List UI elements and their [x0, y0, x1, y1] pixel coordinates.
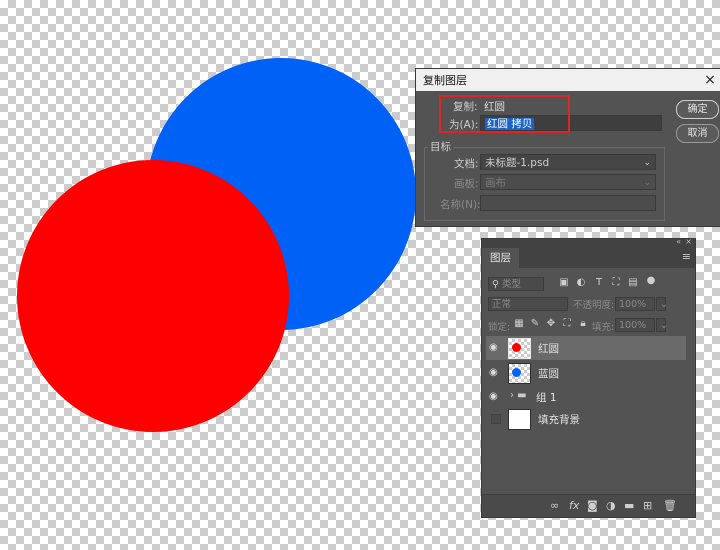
new-layer-icon[interactable]: ⊞ [643, 499, 652, 512]
panel-tabbar: 图层 ≡ [482, 248, 695, 268]
layer-name: 组 1 [536, 392, 557, 404]
lock-label: 锁定: [488, 322, 511, 333]
folder-icon[interactable]: ▬ [624, 499, 634, 512]
type-filter-icon[interactable]: T [593, 277, 605, 288]
layer-name: 填充背景 [538, 414, 580, 426]
lock-transparent-icon[interactable]: ▦ [513, 318, 525, 329]
as-input-selected-text: 红圆 拷贝 [485, 118, 535, 130]
duplicate-layer-dialog: 复制图层 × 复制: 红圆 为(A): 红圆 拷贝 确定 取消 目标 文档: 未… [415, 68, 720, 227]
layer-row-group-1[interactable]: ◉ › ▬ 组 1 [486, 385, 686, 409]
name-input[interactable] [480, 195, 656, 211]
chevron-down-icon: ⌄ [643, 178, 651, 188]
fill-input[interactable]: 100% [615, 318, 655, 332]
blend-mode-select[interactable]: 正常 [488, 297, 568, 311]
as-input[interactable]: 红圆 拷贝 [480, 115, 662, 131]
document-label: 文档: [454, 158, 479, 170]
fill-label: 填充: [592, 322, 615, 333]
layer-row-blue-circle[interactable]: ◉ 蓝圆 [486, 361, 686, 385]
cancel-button[interactable]: 取消 [676, 124, 719, 143]
opacity-label: 不透明度: [573, 300, 615, 311]
layer-name: 蓝圆 [538, 368, 559, 380]
blue-thumb-dot [512, 368, 521, 377]
artboard-value: 画布 [485, 177, 506, 189]
layer-name: 红圆 [538, 343, 559, 355]
layer-thumbnail [508, 338, 531, 359]
filter-kind-value: 类型 [502, 279, 522, 290]
dialog-title: 复制图层 [423, 74, 467, 87]
layer-thumbnail [508, 409, 531, 430]
red-circle [17, 160, 289, 432]
layer-row-fill-background[interactable]: 填充背景 [486, 407, 686, 431]
adjustment-filter-icon[interactable]: ◐ [575, 277, 587, 288]
duplicate-value: 红圆 [484, 101, 505, 113]
duplicate-label: 复制: [453, 101, 478, 113]
document-value: 未标题-1.psd [485, 157, 550, 169]
lock-all-icon[interactable]: 🔒︎ [577, 318, 589, 329]
as-label: 为(A): [449, 119, 479, 131]
layers-panel: « × 图层 ≡ ⚲ 类型 ▣ ◐ T ⛶ ▤ ● 正常 不透明度: 100% … [481, 237, 696, 518]
dialog-titlebar[interactable]: 复制图层 × [416, 69, 720, 91]
image-filter-icon[interactable]: ▣ [558, 277, 570, 288]
lock-position-icon[interactable]: ✥ [545, 318, 557, 329]
trash-icon[interactable]: 🗑︎ [663, 499, 677, 512]
collapse-icon[interactable]: « [676, 237, 681, 246]
artboard-label: 画板: [454, 178, 479, 190]
document-select[interactable]: 未标题-1.psd ⌄ [480, 154, 656, 170]
mask-icon[interactable]: ◙ [587, 499, 598, 512]
lock-artboard-icon[interactable]: ⛶ [561, 318, 573, 329]
destination-label: 目标 [428, 139, 453, 154]
smart-object-filter-icon[interactable]: ▤ [627, 277, 639, 288]
eye-icon[interactable]: ◉ [489, 342, 498, 353]
close-icon[interactable]: × [699, 72, 720, 88]
eye-icon[interactable]: ◉ [489, 367, 498, 378]
opacity-input[interactable]: 100% [615, 297, 655, 311]
visibility-toggle-off[interactable] [491, 414, 501, 424]
chevron-down-icon[interactable]: ⌄ [656, 318, 668, 332]
panel-menu-icon[interactable]: ≡ [682, 250, 691, 263]
filter-kind-select[interactable]: ⚲ 类型 [488, 277, 544, 291]
panel-close-icon[interactable]: × [685, 237, 692, 246]
shape-filter-icon[interactable]: ⛶ [610, 277, 622, 288]
panel-top-strip: « × [482, 237, 695, 248]
link-icon[interactable]: ∞ [550, 499, 559, 512]
adjustment-icon[interactable]: ◑ [606, 499, 616, 512]
eye-icon[interactable]: ◉ [489, 391, 498, 402]
tab-layers[interactable]: 图层 [482, 248, 519, 268]
ok-button[interactable]: 确定 [676, 100, 719, 119]
red-thumb-dot [512, 343, 521, 352]
lock-paint-icon[interactable]: ✎ [529, 318, 541, 329]
layers-bottom-bar: ∞ fx ◙ ◑ ▬ ⊞ 🗑︎ [482, 494, 695, 517]
layer-row-red-circle[interactable]: ◉ 红圆 [486, 336, 686, 360]
search-icon: ⚲ [492, 279, 499, 290]
fx-icon[interactable]: fx [569, 499, 579, 512]
artboard-select[interactable]: 画布 ⌄ [480, 174, 656, 190]
chevron-down-icon[interactable]: ⌄ [656, 297, 668, 311]
layer-thumbnail [508, 363, 531, 384]
folder-icon[interactable]: › ▬ [510, 390, 527, 401]
name-label: 名称(N): [440, 199, 481, 211]
filter-toggle-icon[interactable]: ● [645, 275, 657, 286]
chevron-down-icon: ⌄ [643, 158, 651, 168]
